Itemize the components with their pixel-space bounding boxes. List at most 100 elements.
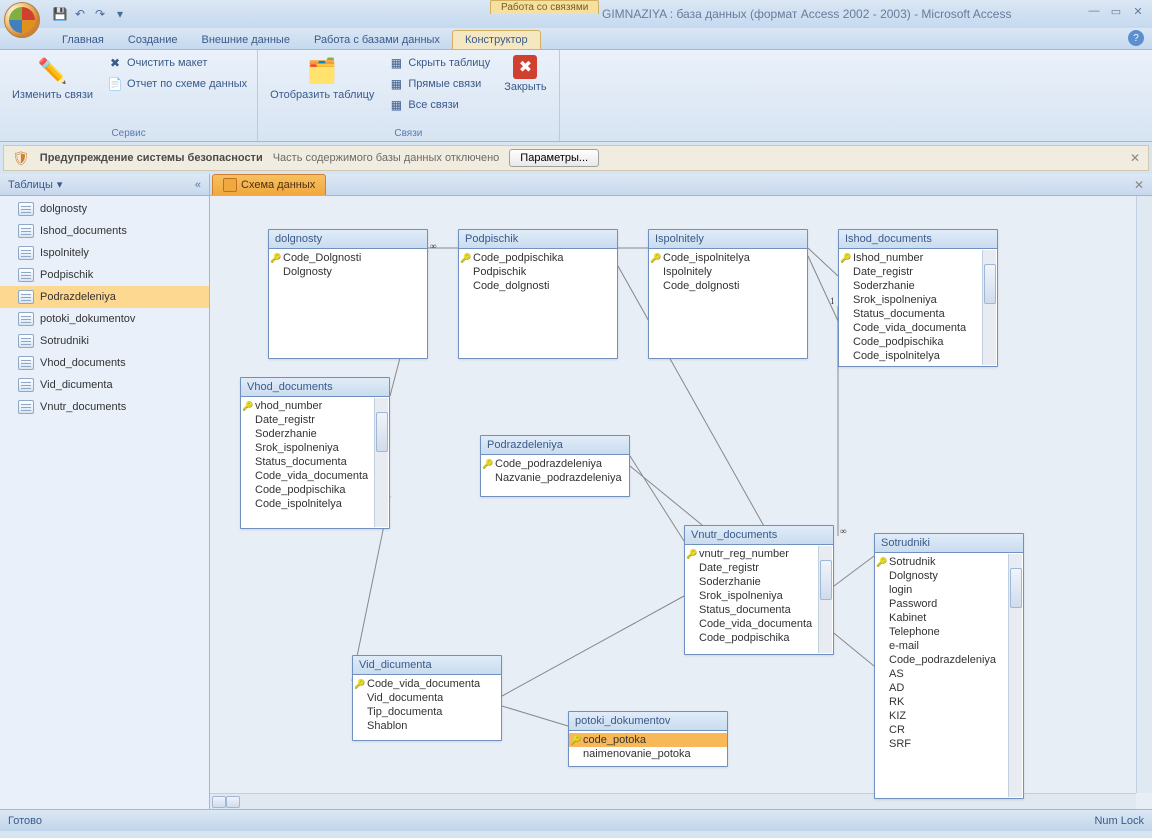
field-Code_podpischika[interactable]: Code_podpischika [685, 631, 833, 645]
table-scrollbar[interactable] [818, 546, 832, 653]
field-Date_registr[interactable]: Date_registr [685, 561, 833, 575]
table-vnutr[interactable]: Vnutr_documents vnutr_reg_numberDate_regi… [684, 525, 834, 655]
nav-item-ishod_documents[interactable]: Ishod_documents [0, 220, 209, 242]
field-AD[interactable]: AD [875, 681, 1023, 695]
table-title[interactable]: Vnutr_documents [685, 526, 833, 545]
tab-dbtools[interactable]: Работа с базами данных [302, 31, 452, 49]
security-close-icon[interactable]: ✕ [1130, 151, 1140, 165]
undo-icon[interactable]: ↶ [72, 6, 88, 22]
field-Dolgnosty[interactable]: Dolgnosty [269, 265, 427, 279]
field-Vid_documenta[interactable]: Vid_documenta [353, 691, 501, 705]
redo-icon[interactable]: ↷ [92, 6, 108, 22]
field-Code_vida_documenta[interactable]: Code_vida_documenta [685, 617, 833, 631]
field-Password[interactable]: Password [875, 597, 1023, 611]
field-Code_vida_documenta[interactable]: Code_vida_documenta [353, 677, 501, 691]
edit-relationships-button[interactable]: ✏️ Изменить связи [6, 53, 99, 103]
field-Shablon[interactable]: Shablon [353, 719, 501, 733]
security-options-button[interactable]: Параметры... [509, 149, 599, 167]
restore-button[interactable]: ▭ [1108, 4, 1124, 18]
field-Dolgnosty[interactable]: Dolgnosty [875, 569, 1023, 583]
nav-item-vid_dicumenta[interactable]: Vid_dicumenta [0, 374, 209, 396]
table-ispolnitely[interactable]: IspolnitelyCode_ispolnitelyaIspolnitelyC… [648, 229, 808, 359]
minimize-button[interactable]: — [1086, 4, 1102, 18]
table-dolgnosty[interactable]: dolgnostyCode_DolgnostiDolgnosty [268, 229, 428, 359]
table-ishod[interactable]: Ishod_documentsIshod_numberDate_registrS… [838, 229, 998, 367]
field-Code_podrazdeleniya[interactable]: Code_podrazdeleniya [481, 457, 629, 471]
relationships-tab[interactable]: Схема данных [212, 174, 326, 195]
show-table-button[interactable]: 🗂️ Отобразить таблицу [264, 53, 380, 103]
office-button[interactable] [4, 2, 40, 38]
field-Soderzhanie[interactable]: Soderzhanie [839, 279, 997, 293]
tab-create[interactable]: Создание [116, 31, 190, 49]
table-scrollbar[interactable] [1008, 554, 1022, 797]
field-RK[interactable]: RK [875, 695, 1023, 709]
nav-item-potoki_dokumentov[interactable]: potoki_dokumentov [0, 308, 209, 330]
field-Code_dolgnosti[interactable]: Code_dolgnosti [459, 279, 617, 293]
table-title[interactable]: Podrazdeleniya [481, 436, 629, 455]
field-Code_podpischika[interactable]: Code_podpischika [459, 251, 617, 265]
field-Status_documenta[interactable]: Status_documenta [241, 455, 389, 469]
table-title[interactable]: Ishod_documents [839, 230, 997, 249]
close-button[interactable]: ✕ [1130, 4, 1146, 18]
field-Sotrudnik[interactable]: Sotrudnik [875, 555, 1023, 569]
tab-external[interactable]: Внешние данные [190, 31, 302, 49]
field-e-mail[interactable]: e-mail [875, 639, 1023, 653]
table-title[interactable]: Ispolnitely [649, 230, 807, 249]
field-Srok_ispolneniya[interactable]: Srok_ispolneniya [839, 293, 997, 307]
table-vhod[interactable]: Vhod_documents vhod_numberDate_registrSod… [240, 377, 390, 529]
nav-item-podrazdeleniya[interactable]: Podrazdeleniya [0, 286, 209, 308]
field-Code_podrazdeleniya[interactable]: Code_podrazdeleniya [875, 653, 1023, 667]
vertical-scrollbar[interactable] [1136, 196, 1152, 793]
nav-item-vhod_documents[interactable]: Vhod_documents [0, 352, 209, 374]
table-title[interactable]: Sotrudniki [875, 534, 1023, 553]
field-vhod_number[interactable]: vhod_number [241, 399, 389, 413]
table-title[interactable]: potoki_dokumentov [569, 712, 727, 731]
chevron-down-icon[interactable]: ▾ [57, 178, 63, 191]
field-Code_ispolnitelya[interactable]: Code_ispolnitelya [649, 251, 807, 265]
field-Kabinet[interactable]: Kabinet [875, 611, 1023, 625]
field-Soderzhanie[interactable]: Soderzhanie [241, 427, 389, 441]
nav-item-dolgnosty[interactable]: dolgnosty [0, 198, 209, 220]
field-Date_registr[interactable]: Date_registr [839, 265, 997, 279]
field-vnutr_reg_number[interactable]: vnutr_reg_number [685, 547, 833, 561]
field-code_potoka[interactable]: code_potoka [569, 733, 727, 747]
hide-table-button[interactable]: ▦Скрыть таблицу [384, 53, 494, 73]
qat-dropdown-icon[interactable]: ▾ [112, 6, 128, 22]
nav-item-podpischik[interactable]: Podpischik [0, 264, 209, 286]
field-login[interactable]: login [875, 583, 1023, 597]
save-icon[interactable]: 💾 [52, 6, 68, 22]
table-podpischik[interactable]: PodpischikCode_podpischikaPodpischikCode… [458, 229, 618, 359]
clear-layout-button[interactable]: ✖Очистить макет [103, 53, 251, 73]
field-Ishod_number[interactable]: Ishod_number [839, 251, 997, 265]
field-Code_dolgnosti[interactable]: Code_dolgnosti [649, 279, 807, 293]
field-Code_Dolgnosti[interactable]: Code_Dolgnosti [269, 251, 427, 265]
table-title[interactable]: Vid_dicumenta [353, 656, 501, 675]
table-scrollbar[interactable] [982, 250, 996, 365]
help-icon[interactable]: ? [1128, 30, 1144, 46]
field-naimenovanie_potoka[interactable]: naimenovanie_potoka [569, 747, 727, 761]
field-Telephone[interactable]: Telephone [875, 625, 1023, 639]
field-Podpischik[interactable]: Podpischik [459, 265, 617, 279]
close-design-button[interactable]: ✖ Закрыть [498, 53, 552, 95]
relationship-report-button[interactable]: 📄Отчет по схеме данных [103, 74, 251, 94]
field-CR[interactable]: CR [875, 723, 1023, 737]
field-Code_podpischika[interactable]: Code_podpischika [839, 335, 997, 349]
table-podrazd[interactable]: Podrazdeleniya Code_podrazdeleniyaNazvani… [480, 435, 630, 497]
table-title[interactable]: Vhod_documents [241, 378, 389, 397]
relationships-canvas[interactable]: 1∞1∞1∞1∞1∞∞11∞1∞1∞1∞1∞1∞∞1 dolgnostyCode… [210, 196, 1152, 809]
field-Srok_ispolneniya[interactable]: Srok_ispolneniya [241, 441, 389, 455]
field-Srok_ispolneniya[interactable]: Srok_ispolneniya [685, 589, 833, 603]
tab-design[interactable]: Конструктор [452, 30, 541, 49]
field-Tip_documenta[interactable]: Tip_documenta [353, 705, 501, 719]
field-Code_vida_documenta[interactable]: Code_vida_documenta [839, 321, 997, 335]
field-Code_ispolnitelya[interactable]: Code_ispolnitelya [241, 497, 389, 511]
field-Ispolnitely[interactable]: Ispolnitely [649, 265, 807, 279]
field-Soderzhanie[interactable]: Soderzhanie [685, 575, 833, 589]
field-Status_documenta[interactable]: Status_documenta [839, 307, 997, 321]
nav-item-sotrudniki[interactable]: Sotrudniki [0, 330, 209, 352]
field-KIZ[interactable]: KIZ [875, 709, 1023, 723]
nav-item-ispolnitely[interactable]: Ispolnitely [0, 242, 209, 264]
field-Nazvanie_podrazdeleniya[interactable]: Nazvanie_podrazdeleniya [481, 471, 629, 485]
field-SRF[interactable]: SRF [875, 737, 1023, 751]
field-Date_registr[interactable]: Date_registr [241, 413, 389, 427]
